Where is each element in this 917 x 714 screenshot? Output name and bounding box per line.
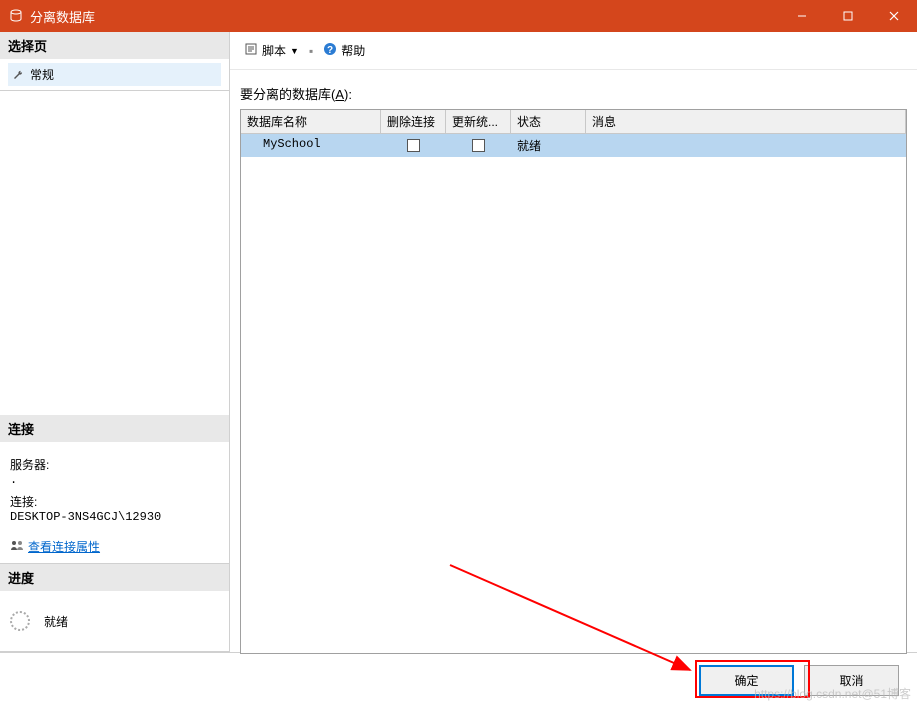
- progress-header: 进度: [0, 564, 229, 591]
- toolbar: 脚本 ▼ ▪ ? 帮助: [230, 32, 917, 70]
- col-header-name[interactable]: 数据库名称: [241, 110, 381, 134]
- progress-section: 进度 就绪: [0, 564, 229, 652]
- connection-section: 连接 服务器: . 连接: DESKTOP-3NS4GCJ\12930 查看连接…: [0, 415, 229, 565]
- database-icon: [8, 8, 24, 24]
- drop-conn-checkbox[interactable]: [407, 139, 420, 152]
- window-title: 分离数据库: [30, 7, 779, 26]
- select-page-section: 选择页 常规: [0, 32, 229, 91]
- databases-to-detach-label: 要分离的数据库(A):: [240, 84, 907, 103]
- col-header-message[interactable]: 消息: [586, 110, 906, 134]
- col-header-update-stats[interactable]: 更新统...: [446, 110, 511, 134]
- server-label: 服务器:: [10, 456, 219, 473]
- progress-status: 就绪: [44, 613, 68, 630]
- cell-message: [586, 134, 906, 157]
- progress-spinner-icon: [10, 611, 30, 631]
- help-label: 帮助: [341, 42, 365, 59]
- conn-label: 连接:: [10, 493, 219, 510]
- content-area: 脚本 ▼ ▪ ? 帮助 要分离的数据库(A): 数据库名称 删除连接 更新统.: [230, 32, 917, 652]
- svg-text:?: ?: [327, 45, 333, 56]
- window-controls: [779, 0, 917, 32]
- view-connection-properties-link[interactable]: 查看连接属性: [10, 538, 100, 555]
- conn-link-label: 查看连接属性: [28, 538, 100, 555]
- table-row[interactable]: MySchool 就绪: [241, 134, 906, 157]
- watermark: https://blog.csdn.net@51博客: [754, 685, 911, 702]
- sidebar-item-label: 常规: [30, 66, 54, 83]
- cell-drop-conn: [381, 134, 446, 157]
- wrench-icon: [12, 68, 26, 82]
- maximize-button[interactable]: [825, 0, 871, 32]
- connection-header: 连接: [0, 415, 229, 442]
- cell-update-stats: [446, 134, 511, 157]
- select-page-header: 选择页: [0, 32, 229, 59]
- minimize-button[interactable]: [779, 0, 825, 32]
- sidebar-item-general[interactable]: 常规: [8, 63, 221, 86]
- col-header-status[interactable]: 状态: [511, 110, 586, 134]
- script-button[interactable]: 脚本 ▼: [240, 40, 303, 61]
- script-icon: [244, 42, 258, 59]
- help-icon: ?: [323, 42, 337, 59]
- people-icon: [10, 539, 24, 553]
- server-value: .: [10, 473, 219, 487]
- titlebar: 分离数据库: [0, 0, 917, 32]
- cell-db-name: MySchool: [241, 134, 381, 157]
- databases-grid: 数据库名称 删除连接 更新统... 状态 消息 MySchool 就绪: [240, 109, 907, 654]
- sidebar: 选择页 常规 连接 服务器: . 连接: DESKTOP-3NS4GCJ\129…: [0, 32, 230, 652]
- help-button[interactable]: ? 帮助: [319, 40, 369, 61]
- cell-status: 就绪: [511, 134, 586, 157]
- script-label: 脚本: [262, 42, 286, 59]
- col-header-drop-conn[interactable]: 删除连接: [381, 110, 446, 134]
- conn-value: DESKTOP-3NS4GCJ\12930: [10, 510, 219, 524]
- grid-header: 数据库名称 删除连接 更新统... 状态 消息: [241, 110, 906, 134]
- update-stats-checkbox[interactable]: [472, 139, 485, 152]
- chevron-down-icon: ▼: [290, 46, 299, 56]
- close-button[interactable]: [871, 0, 917, 32]
